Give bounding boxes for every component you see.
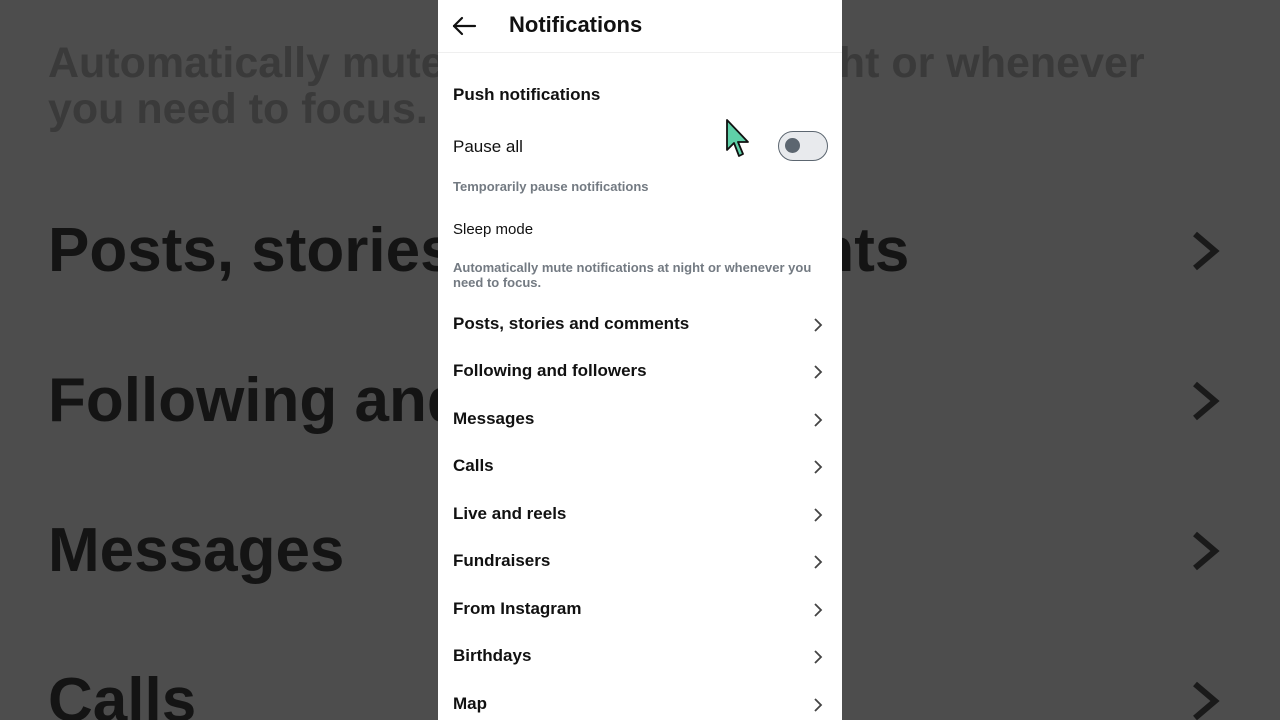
category-row-map[interactable]: Map — [438, 682, 842, 720]
chevron-right-icon — [814, 650, 823, 664]
sleep-mode-description: Automatically mute notifications at nigh… — [453, 260, 812, 290]
category-row-birthdays[interactable]: Birthdays — [438, 634, 842, 680]
toggle-knob — [785, 138, 800, 153]
pause-all-description: Temporarily pause notifications — [453, 179, 649, 194]
category-label: Live and reels — [453, 504, 567, 523]
category-label: Birthdays — [453, 646, 532, 665]
chevron-right-icon — [814, 603, 823, 617]
chevron-right-icon — [814, 318, 823, 332]
category-label: Calls — [453, 456, 494, 475]
notifications-screen: Notifications Push notifications Pause a… — [438, 0, 842, 720]
chevron-right-icon — [814, 555, 823, 569]
category-row-live-reels[interactable]: Live and reels — [438, 492, 842, 538]
pause-all-label: Pause all — [453, 137, 523, 156]
page-title: Notifications — [509, 12, 643, 37]
category-row-from-instagram[interactable]: From Instagram — [438, 587, 842, 633]
background-chevron-right-icon — [1193, 381, 1220, 421]
arrow-left-icon[interactable] — [450, 12, 478, 40]
category-label: Map — [453, 694, 487, 713]
background-row: Calls — [48, 666, 197, 720]
category-row-calls[interactable]: Calls — [438, 444, 842, 490]
category-row-fundraisers[interactable]: Fundraisers — [438, 539, 842, 585]
top-bar: Notifications — [438, 0, 842, 53]
category-label: Posts, stories and comments — [453, 314, 690, 333]
category-row-messages[interactable]: Messages — [438, 397, 842, 443]
mouse-cursor-icon — [726, 119, 749, 157]
chevron-right-icon — [814, 413, 823, 427]
chevron-right-icon — [814, 698, 823, 712]
category-label: Messages — [453, 409, 535, 428]
category-row-following[interactable]: Following and followers — [438, 349, 842, 395]
chevron-right-icon — [814, 365, 823, 379]
category-row-posts[interactable]: Posts, stories and comments — [438, 302, 842, 348]
background-chevron-right-icon — [1193, 531, 1220, 571]
section-heading: Push notifications — [453, 85, 601, 104]
category-label: Following and followers — [453, 361, 647, 380]
background-chevron-right-icon — [1193, 231, 1220, 271]
pause-all-toggle[interactable] — [778, 131, 828, 161]
sleep-mode-button[interactable]: Sleep mode — [453, 221, 533, 238]
background-chevron-right-icon — [1193, 681, 1220, 720]
chevron-right-icon — [814, 460, 823, 474]
category-label: Fundraisers — [453, 551, 551, 570]
category-label: From Instagram — [453, 599, 582, 618]
background-row: Messages — [48, 516, 345, 585]
chevron-right-icon — [814, 508, 823, 522]
